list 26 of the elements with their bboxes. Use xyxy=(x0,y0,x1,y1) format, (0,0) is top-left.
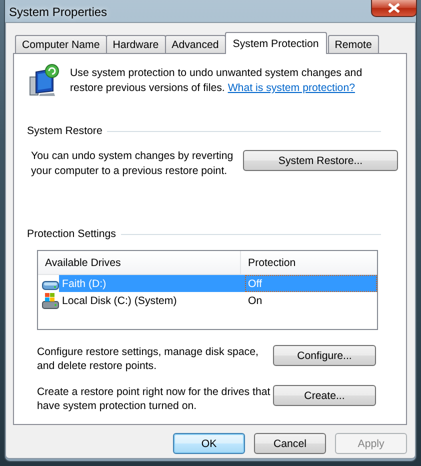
system-restore-button[interactable]: System Restore... xyxy=(243,150,398,171)
column-header[interactable]: Protection xyxy=(241,251,296,274)
action-button[interactable]: Configure... xyxy=(273,345,376,366)
close-button[interactable] xyxy=(371,0,417,17)
tab[interactable]: Remote xyxy=(328,35,379,53)
window-title: System Properties xyxy=(8,4,108,19)
description-text: You can undo system changes by reverting your computer to a previous restore point. xyxy=(31,149,234,179)
group-heading: Protection Settings xyxy=(27,228,116,240)
dialog-button[interactable]: Cancel xyxy=(254,433,326,454)
action-button[interactable]: Create... xyxy=(273,385,376,406)
intro-text: Use system protection to undo unwanted system changes and restore previous versions of files. What is system protection? xyxy=(70,66,364,96)
close-icon xyxy=(388,3,400,13)
tab[interactable]: Hardware xyxy=(106,35,166,53)
tab[interactable]: System Protection xyxy=(224,32,327,54)
help-link[interactable]: What is system protection? xyxy=(228,82,355,94)
protection-status: On xyxy=(247,294,264,308)
description-text: Configure restore settings, manage disk space, and delete restore points. xyxy=(37,345,260,373)
group-heading: System Restore xyxy=(27,125,102,137)
protection-status: Off xyxy=(245,275,377,292)
column-header[interactable]: Available Drives xyxy=(38,251,241,274)
drive-name[interactable]: Local Disk (C:) (System) xyxy=(59,292,245,309)
tab[interactable]: Computer Name xyxy=(15,35,107,53)
system-drive-icon xyxy=(42,292,59,309)
dialog-button[interactable]: OK xyxy=(173,433,245,454)
description-text: Create a restore point right now for the drives that have system protection turned on. xyxy=(37,385,272,413)
tab[interactable]: Advanced xyxy=(164,35,226,53)
